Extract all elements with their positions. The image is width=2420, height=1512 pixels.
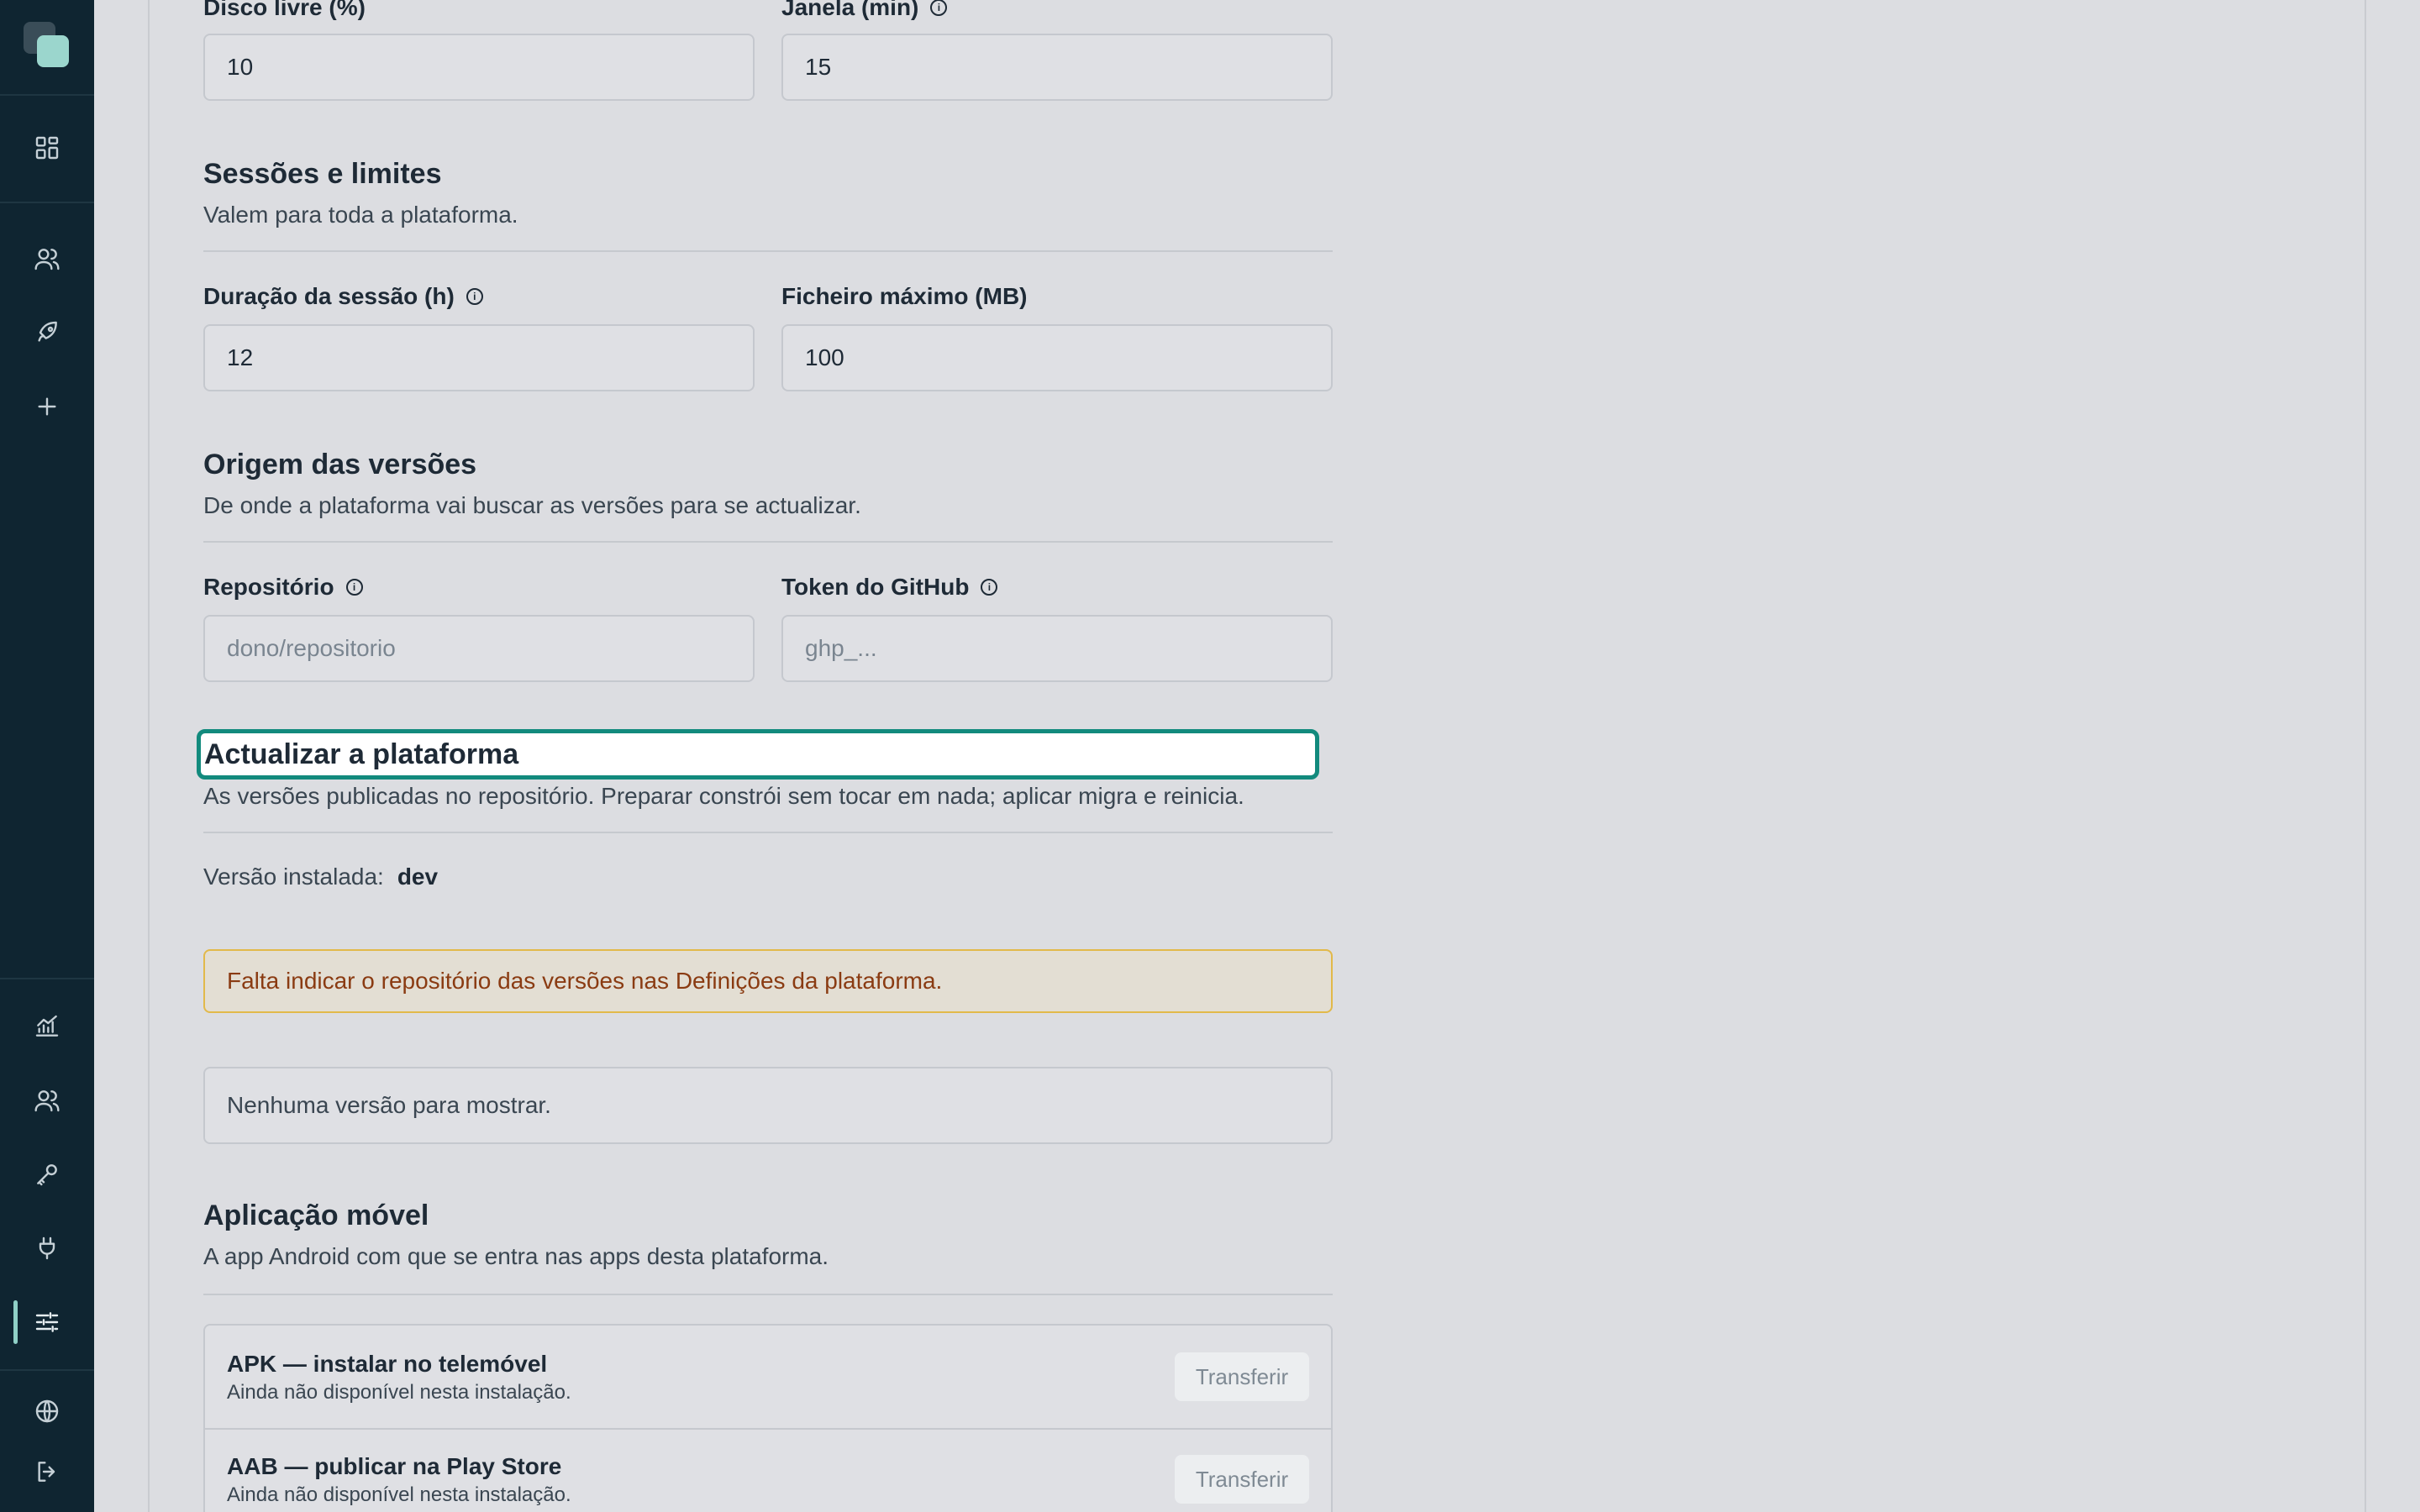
- chart-icon[interactable]: [27, 1006, 67, 1047]
- sidebar-divider: [0, 978, 94, 979]
- info-icon[interactable]: i: [930, 0, 948, 16]
- sidebar-divider: [0, 1369, 94, 1371]
- download-apk-button[interactable]: Transferir: [1175, 1352, 1309, 1401]
- versions-source-subtitle: De onde a plataforma vai buscar as versõ…: [203, 492, 861, 518]
- download-title: AAB — publicar na Play Store: [227, 1453, 562, 1479]
- max-file-input[interactable]: 100: [781, 324, 1333, 391]
- mobile-app-title: Aplicação móvel: [203, 1200, 429, 1231]
- installed-version-label: Versão instalada:: [203, 864, 384, 890]
- team-icon[interactable]: [27, 1080, 67, 1121]
- users-icon[interactable]: [27, 239, 67, 279]
- update-platform-subtitle: As versões publicadas no repositório. Pr…: [203, 783, 1244, 809]
- update-platform-title[interactable]: Actualizar a plataforma: [197, 729, 1319, 780]
- versions-source-title: Origem das versões: [203, 449, 477, 480]
- section-divider: [203, 250, 1333, 252]
- installed-version-value: dev: [397, 864, 439, 890]
- list-item: AAB — publicar na Play Store Ainda não d…: [205, 1428, 1331, 1512]
- active-nav-indicator: [13, 1300, 18, 1344]
- logout-icon[interactable]: [27, 1452, 67, 1492]
- globe-icon[interactable]: [27, 1391, 67, 1431]
- app-logo[interactable]: [24, 22, 71, 69]
- info-icon[interactable]: i: [981, 579, 998, 596]
- section-divider: [203, 832, 1333, 833]
- download-subtitle: Ainda não disponível nesta instalação.: [227, 1381, 571, 1404]
- mobile-downloads-list: APK — instalar no telemóvel Ainda não di…: [203, 1324, 1333, 1512]
- repository-input[interactable]: dono/repositorio: [203, 615, 755, 682]
- window-input[interactable]: 15: [781, 34, 1333, 101]
- installed-version: Versão instalada: dev: [203, 864, 438, 890]
- logo-front-square: [37, 35, 69, 67]
- list-item: APK — instalar no telemóvel Ainda não di…: [205, 1326, 1331, 1428]
- window-label: Janela (min) i: [781, 0, 948, 22]
- session-duration-label: Duração da sessão (h) i: [203, 282, 483, 311]
- info-icon[interactable]: i: [345, 579, 363, 596]
- sessions-subtitle: Valem para toda a plataforma.: [203, 202, 518, 228]
- disk-free-label: Disco livre (%): [203, 0, 366, 20]
- sliders-icon[interactable]: [27, 1302, 67, 1342]
- section-divider: [203, 1294, 1333, 1295]
- versions-empty-state: Nenhuma versão para mostrar.: [203, 1067, 1333, 1144]
- plus-icon[interactable]: [27, 386, 67, 427]
- repository-label: Repositório i: [203, 573, 363, 601]
- plug-icon[interactable]: [27, 1228, 67, 1268]
- download-title: APK — instalar no telemóvel: [227, 1351, 548, 1377]
- sidebar: [0, 0, 94, 1512]
- mobile-app-subtitle: A app Android com que se entra nas apps …: [203, 1243, 829, 1269]
- session-duration-input[interactable]: 12: [203, 324, 755, 391]
- dashboard-icon[interactable]: [27, 128, 67, 168]
- sidebar-divider: [0, 94, 94, 96]
- github-token-label: Token do GitHub i: [781, 573, 998, 601]
- sidebar-divider: [0, 202, 94, 203]
- download-subtitle: Ainda não disponível nesta instalação.: [227, 1483, 571, 1506]
- sessions-title: Sessões e limites: [203, 158, 442, 190]
- rocket-icon[interactable]: [27, 312, 67, 353]
- info-icon[interactable]: i: [466, 288, 483, 305]
- download-aab-button[interactable]: Transferir: [1175, 1455, 1309, 1504]
- disk-free-input[interactable]: 10: [203, 34, 755, 101]
- missing-repository-warning: Falta indicar o repositório das versões …: [203, 949, 1333, 1013]
- github-token-input[interactable]: ghp_...: [781, 615, 1333, 682]
- section-divider: [203, 541, 1333, 543]
- max-file-label: Ficheiro máximo (MB): [781, 283, 1028, 309]
- key-icon[interactable]: [27, 1154, 67, 1194]
